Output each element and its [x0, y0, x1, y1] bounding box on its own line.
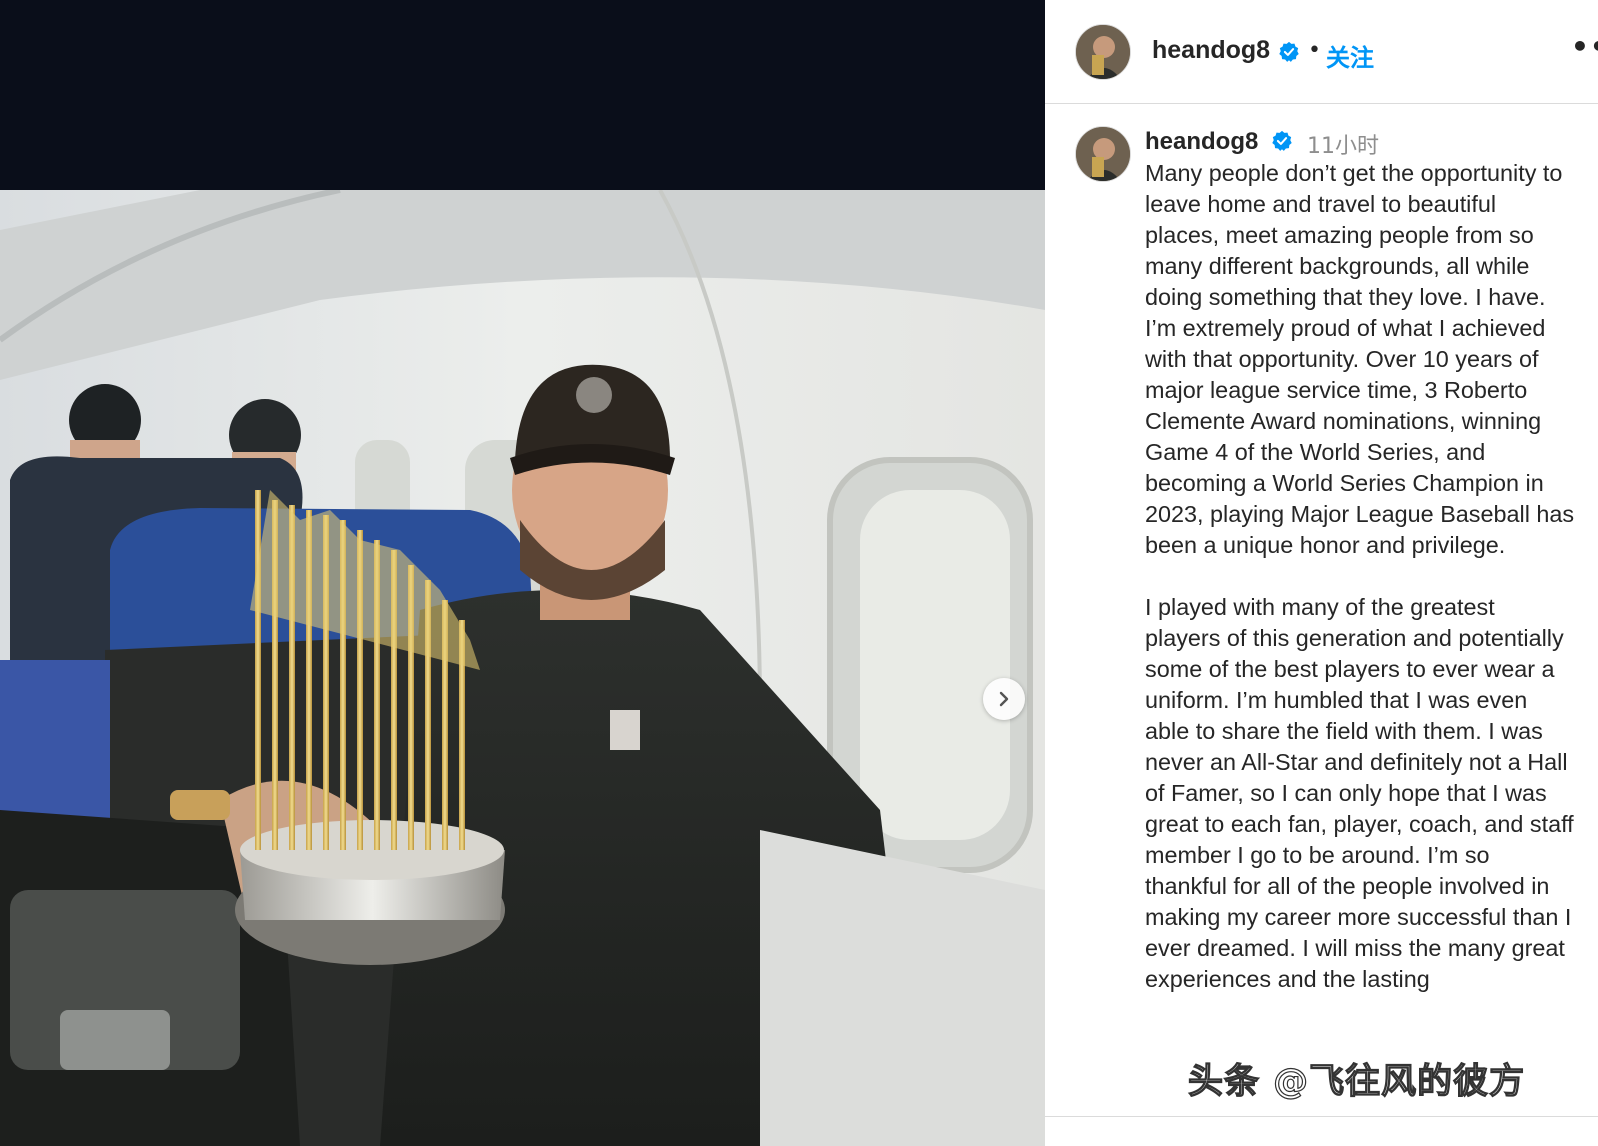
caption-text: Many people don’t get the opportunity to…	[1145, 160, 1575, 992]
panel-divider	[1045, 1116, 1598, 1117]
caption-comment: heandog8 11小时 Many people don’t get the …	[1045, 104, 1598, 1116]
more-options-icon[interactable]: •••	[1571, 30, 1598, 63]
post-photo[interactable]	[0, 190, 1045, 1146]
watermark: 头条 @飞往风的彼方	[1187, 1061, 1526, 1102]
avatar-image	[1076, 25, 1130, 79]
follow-button[interactable]: 关注	[1326, 38, 1374, 73]
caption-timestamp[interactable]: 11小时	[1307, 128, 1379, 160]
post-media	[0, 0, 1045, 1146]
post-header: heandog8 • 关注 •••	[1045, 0, 1598, 104]
carousel-next-button[interactable]	[983, 678, 1025, 720]
verified-badge-icon	[1272, 130, 1292, 151]
author-avatar[interactable]	[1075, 24, 1131, 80]
separator-dot: •	[1308, 38, 1321, 63]
photo-image	[0, 190, 1045, 1146]
caption-avatar[interactable]	[1075, 126, 1131, 182]
verified-badge-icon	[1279, 41, 1299, 62]
caption-username[interactable]: heandog8	[1145, 128, 1258, 156]
chevron-right-icon	[999, 691, 1009, 707]
avatar-image	[1076, 127, 1130, 181]
post-side-panel: heandog8 • 关注 ••• heandog8 11小时 Many peo…	[1045, 0, 1598, 1146]
author-username[interactable]: heandog8	[1152, 36, 1270, 65]
